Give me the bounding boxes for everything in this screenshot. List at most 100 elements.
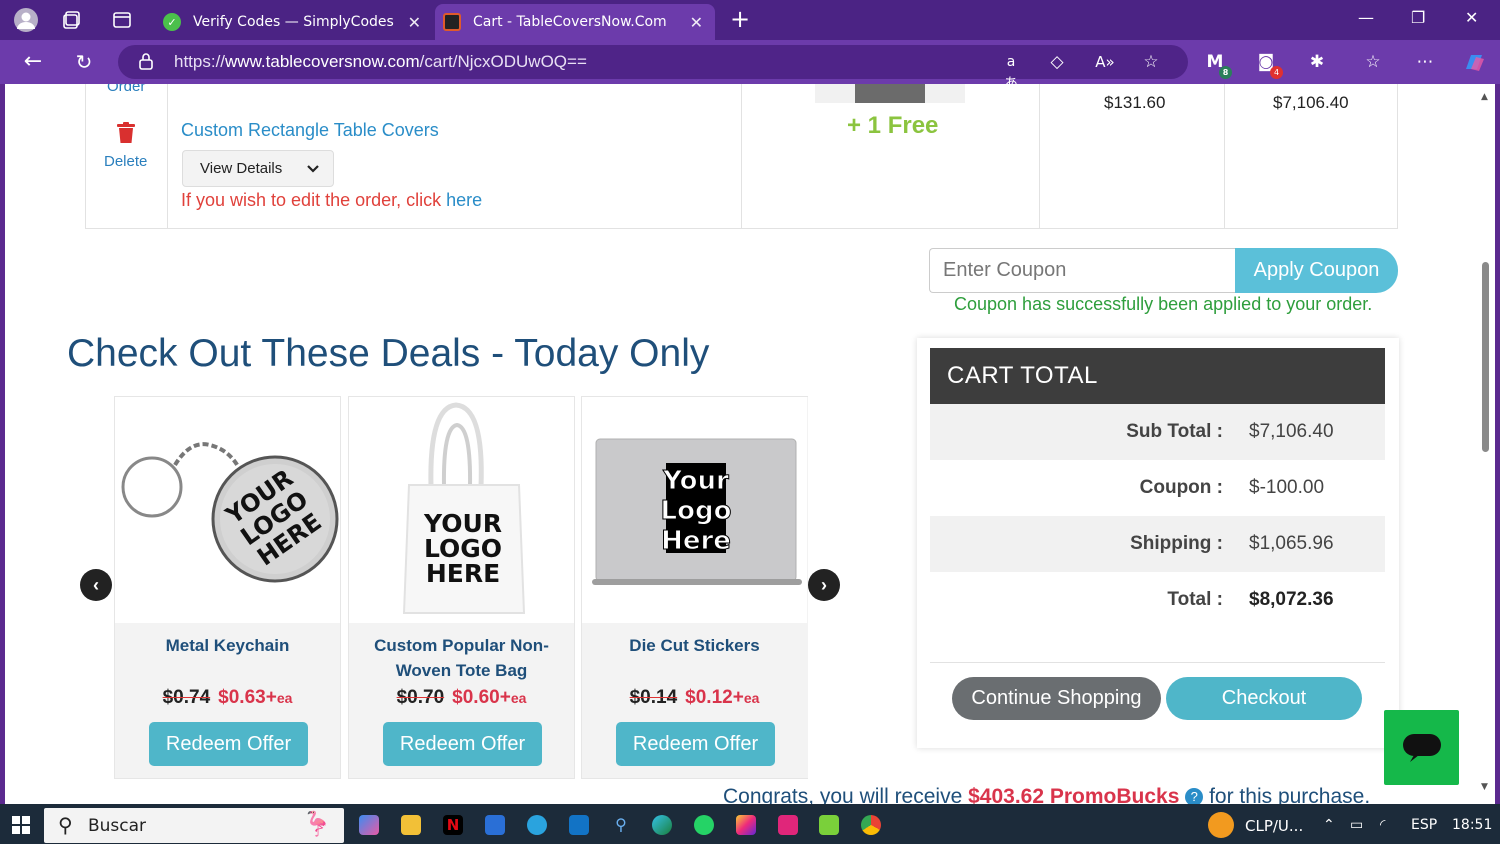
profile-avatar-icon[interactable]	[14, 8, 38, 32]
edit-order-prefix: If you wish to edit the order, click	[181, 190, 447, 210]
redeem-offer-button[interactable]: Redeem Offer	[616, 722, 775, 766]
product-name-link[interactable]: Custom Rectangle Table Covers	[181, 120, 439, 141]
redeem-offer-button[interactable]: Redeem Offer	[383, 722, 542, 766]
windows-start-icon[interactable]	[12, 816, 30, 838]
scroll-up-icon[interactable]: ▲	[1481, 92, 1488, 102]
restore-icon[interactable]: ❐	[1411, 8, 1425, 27]
svg-text:Here: Here	[661, 526, 731, 556]
cart-total-box: CART TOTAL Sub Total : $7,106.40 Coupon :…	[917, 338, 1399, 748]
app-grid-icon[interactable]	[819, 815, 839, 835]
tab-actions-icon[interactable]	[110, 8, 134, 32]
scroll-down-icon[interactable]: ▼	[1481, 782, 1488, 792]
currency-widget-label[interactable]: CLP/U...	[1245, 817, 1303, 835]
close-window-icon[interactable]: ✕	[1465, 8, 1478, 27]
tab-verify-codes[interactable]: ✓ Verify Codes — SimplyCodes ✕	[155, 4, 433, 40]
promobucks-amount: $403.62 PromoBucks	[968, 785, 1180, 804]
back-icon[interactable]: ←	[22, 51, 44, 73]
windows-taskbar: ⚲ Buscar 🦩 N ⚲ CLP/U... ⌃ ▭ ◜ ESP 18:51	[0, 804, 1500, 844]
tab-title: Verify Codes — SimplyCodes	[193, 14, 394, 30]
delete-link[interactable]: Delete	[104, 153, 147, 170]
new-price: $0.12+ea	[685, 687, 760, 708]
tray-chevron-icon[interactable]: ⌃	[1323, 817, 1335, 833]
quantity-stepper[interactable]	[815, 84, 965, 103]
keychain-image: YOUR LOGO HERE	[115, 397, 340, 623]
carousel-next-icon[interactable]: ›	[808, 569, 840, 601]
apply-coupon-button[interactable]: Apply Coupon	[1235, 248, 1398, 293]
currency-widget-icon[interactable]	[1208, 812, 1234, 838]
copilot-app-icon[interactable]	[359, 815, 379, 835]
read-aloud-icon[interactable]: A»	[1094, 51, 1116, 73]
search-app-icon[interactable]: ⚲	[611, 815, 631, 835]
favorites-list-icon[interactable]: ☆	[1362, 51, 1384, 73]
deal-card-stickers[interactable]: Your Logo Here Die Cut Stickers $0.14 $0.12…	[581, 396, 808, 779]
search-placeholder: Buscar	[88, 815, 147, 836]
coupon-tag-icon[interactable]: ◇	[1046, 51, 1068, 73]
copilot-icon[interactable]	[1462, 51, 1484, 73]
instagram-icon[interactable]	[736, 815, 756, 835]
lock-icon[interactable]	[138, 52, 154, 75]
coupon-input[interactable]: Enter Coupon	[929, 248, 1236, 293]
coupon-success-message: Coupon has successfully been applied to …	[954, 294, 1373, 314]
favorite-star-icon[interactable]: ☆	[1140, 51, 1162, 73]
app-icon[interactable]	[778, 815, 798, 835]
url-path: /cart/NjcxODUwOQ==	[419, 52, 587, 71]
netflix-icon[interactable]: N	[443, 815, 463, 835]
whatsapp-icon[interactable]	[694, 815, 714, 835]
chat-widget-button[interactable]	[1384, 710, 1459, 785]
deal-card-tote-bag[interactable]: YOUR LOGO HERE Custom Popular Non-Woven To…	[348, 396, 575, 779]
telegram-icon[interactable]	[527, 815, 547, 835]
search-icon: ⚲	[58, 813, 73, 837]
trash-icon[interactable]	[117, 122, 135, 144]
view-details-label: View Details	[200, 160, 283, 177]
carousel-prev-icon[interactable]: ‹	[80, 569, 112, 601]
row-label: Total :	[1167, 589, 1223, 610]
continue-shopping-button[interactable]: Continue Shopping	[952, 677, 1161, 720]
taskbar-search-input[interactable]: ⚲ Buscar 🦩	[44, 808, 344, 843]
extensions-puzzle-icon[interactable]: ✱	[1306, 51, 1328, 73]
clock[interactable]: 18:51	[1452, 817, 1492, 833]
microsoft-store-icon[interactable]	[485, 815, 505, 835]
translate-icon[interactable]: aあ	[1000, 51, 1022, 92]
row-value: $7,106.40	[1249, 421, 1334, 442]
minimize-icon[interactable]: —	[1358, 8, 1374, 27]
row-value: $-100.00	[1249, 477, 1325, 498]
deal-name[interactable]: Custom Popular Non-Woven Tote Bag	[349, 633, 574, 683]
battery-icon[interactable]: ▭	[1350, 817, 1363, 833]
new-price: $0.63+ea	[218, 687, 293, 708]
extension-m-icon[interactable]: M8	[1204, 51, 1232, 79]
chrome-icon[interactable]	[861, 815, 881, 835]
redeem-offer-button[interactable]: Redeem Offer	[149, 722, 308, 766]
extension-mask-icon[interactable]: ◙ 4	[1255, 51, 1283, 79]
svg-text:HERE: HERE	[426, 559, 500, 588]
row-label: Sub Total :	[1126, 421, 1223, 442]
coupon-row: Coupon : $-100.00	[930, 460, 1385, 516]
quantity-value[interactable]	[855, 84, 925, 103]
view-details-button[interactable]: View Details	[182, 150, 334, 187]
tab-close-icon[interactable]: ✕	[690, 13, 703, 32]
deal-card-keychain[interactable]: YOUR LOGO HERE Metal Keychain $0.74 $0.63+e…	[114, 396, 341, 779]
scrollbar-thumb[interactable]	[1482, 262, 1489, 452]
tab-cart[interactable]: Cart - TableCoversNow.Com ✕	[435, 4, 715, 40]
edge-icon[interactable]	[652, 815, 672, 835]
deal-name[interactable]: Metal Keychain	[115, 633, 340, 658]
workspaces-icon[interactable]	[60, 8, 84, 32]
new-tab-button[interactable]: +	[730, 5, 750, 33]
wifi-icon[interactable]: ◜	[1380, 817, 1385, 833]
tab-close-icon[interactable]: ✕	[408, 13, 421, 32]
outlook-icon[interactable]	[569, 815, 589, 835]
language-indicator[interactable]: ESP	[1411, 817, 1437, 833]
refresh-icon[interactable]: ↻	[73, 51, 95, 73]
divider	[930, 662, 1385, 663]
address-bar[interactable]: https://www.tablecoversnow.com/cart/Njcx…	[118, 45, 1188, 79]
more-options-icon[interactable]: ⋯	[1414, 51, 1436, 73]
checkout-button[interactable]: Checkout	[1166, 677, 1362, 720]
file-explorer-icon[interactable]	[401, 815, 421, 835]
tab-title: Cart - TableCoversNow.Com	[473, 14, 667, 30]
svg-text:Your: Your	[662, 466, 729, 496]
old-price: $0.14	[629, 687, 678, 708]
simplycodes-favicon-icon: ✓	[163, 13, 181, 31]
help-icon[interactable]: ?	[1185, 788, 1204, 804]
edit-order-link[interactable]: here	[446, 190, 482, 210]
order-label[interactable]: Order	[107, 84, 145, 95]
deal-name[interactable]: Die Cut Stickers	[582, 633, 807, 658]
